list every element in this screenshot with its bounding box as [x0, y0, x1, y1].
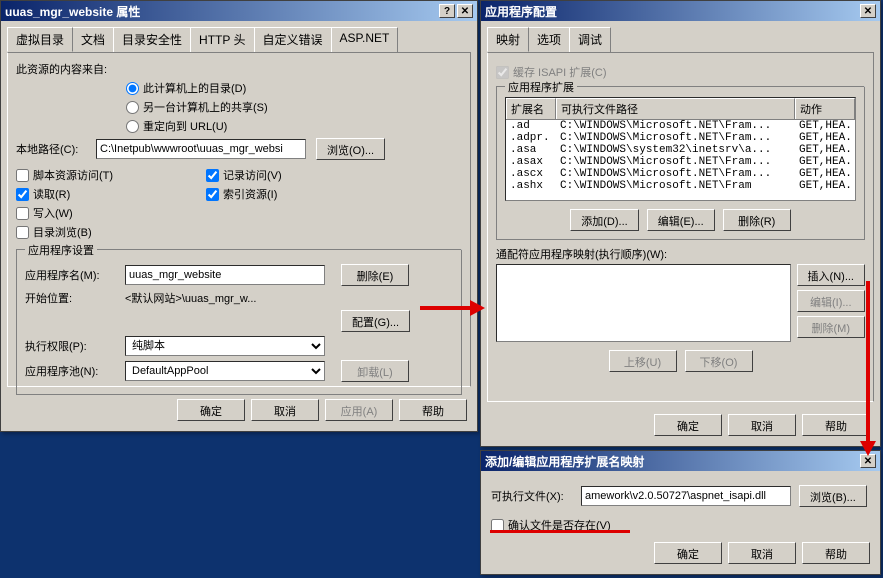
edit-button[interactable]: 编辑(E)... [647, 209, 715, 231]
ext-listview[interactable]: 扩展名 可执行文件路径 动作 .adC:\WINDOWS\Microsoft.N… [505, 97, 856, 201]
radio-share[interactable] [126, 101, 139, 114]
chk-log[interactable] [206, 169, 219, 182]
help-icon[interactable]: ? [439, 4, 455, 18]
help-button[interactable]: 帮助 [802, 542, 870, 564]
col-path[interactable]: 可执行文件路径 [556, 98, 795, 119]
movedown-button: 下移(O) [685, 350, 753, 372]
exec-label: 执行权限(P): [25, 338, 125, 354]
title-text: 添加/编辑应用程序扩展名映射 [485, 453, 858, 470]
table-row[interactable]: .ascxC:\WINDOWS\Microsoft.NET\Fram...GET… [506, 168, 855, 180]
app-config-dialog: 应用程序配置 ✕ 映射 选项 调试 缓存 ISAPI 扩展(C) 应用程序扩展 … [480, 0, 881, 447]
tab-options[interactable]: 选项 [528, 27, 570, 52]
cancel-button[interactable]: 取消 [251, 399, 319, 421]
tab-mapping[interactable]: 映射 [487, 27, 529, 52]
tab-aspnet[interactable]: ASP.NET [331, 27, 399, 52]
moveup-button: 上移(U) [609, 350, 677, 372]
apply-button: 应用(A) [325, 399, 393, 421]
delete2-button: 删除(M) [797, 316, 865, 338]
appset-legend: 应用程序设置 [25, 242, 97, 258]
unload-button: 卸载(L) [341, 360, 409, 382]
tab-debug[interactable]: 调试 [569, 27, 611, 52]
apppool-select[interactable]: DefaultAppPool [125, 361, 325, 381]
appname-label: 应用程序名(M): [25, 267, 125, 283]
close-icon[interactable]: ✕ [860, 454, 876, 468]
table-row[interactable]: .adpr.C:\WINDOWS\Microsoft.NET\Fram...GE… [506, 132, 855, 144]
localpath-label: 本地路径(C): [16, 141, 96, 157]
tab-virtualdir[interactable]: 虚拟目录 [7, 27, 73, 52]
col-ext[interactable]: 扩展名 [506, 98, 556, 119]
col-action[interactable]: 动作 [795, 98, 855, 119]
remove-button[interactable]: 删除(E) [341, 264, 409, 286]
properties-dialog: uuas_mgr_website 属性 ? ✕ 虚拟目录 文档 目录安全性 HT… [0, 0, 478, 432]
content-source-label: 此资源的内容来自: [16, 61, 462, 77]
chk-index[interactable] [206, 188, 219, 201]
ext-map-dialog: 添加/编辑应用程序扩展名映射 ✕ 可执行文件(X): 浏览(B)... 确认文件… [480, 450, 881, 575]
startloc-value: <默认网站>\uuas_mgr_w... [125, 290, 325, 306]
tab-documents[interactable]: 文档 [72, 27, 114, 52]
wildcard-label: 通配符应用程序映射(执行顺序)(W): [496, 246, 865, 262]
exec-input[interactable] [581, 486, 791, 506]
radio-url[interactable] [126, 120, 139, 133]
add-button[interactable]: 添加(D)... [570, 209, 638, 231]
radio-localdir[interactable] [126, 82, 139, 95]
tabs: 映射 选项 调试 [487, 27, 874, 52]
close-icon[interactable]: ✕ [860, 4, 876, 18]
chk-script[interactable] [16, 169, 29, 182]
browse-button[interactable]: 浏览(O)... [316, 138, 385, 160]
table-row[interactable]: .ashxC:\WINDOWS\Microsoft.NET\FramGET,HE… [506, 180, 855, 192]
exec-select[interactable]: 纯脚本 [125, 336, 325, 356]
title-text: 应用程序配置 [485, 3, 858, 20]
edit2-button: 编辑(I)... [797, 290, 865, 312]
tab-httpheaders[interactable]: HTTP 头 [190, 27, 254, 52]
appname-input[interactable] [125, 265, 325, 285]
help-button[interactable]: 帮助 [802, 414, 870, 436]
chk-dirbrowse[interactable] [16, 226, 29, 239]
tab-customerrors[interactable]: 自定义错误 [254, 27, 332, 52]
wildcard-list[interactable] [496, 264, 791, 342]
browse-button[interactable]: 浏览(B)... [799, 485, 867, 507]
ext-legend: 应用程序扩展 [505, 79, 577, 95]
close-icon[interactable]: ✕ [457, 4, 473, 18]
titlebar: 应用程序配置 ✕ [481, 1, 880, 21]
chk-read[interactable] [16, 188, 29, 201]
help-button[interactable]: 帮助 [399, 399, 467, 421]
title-text: uuas_mgr_website 属性 [5, 3, 437, 20]
delete-button[interactable]: 删除(R) [723, 209, 791, 231]
exec-label: 可执行文件(X): [491, 488, 581, 504]
table-row[interactable]: .adC:\WINDOWS\Microsoft.NET\Fram...GET,H… [506, 120, 855, 132]
localpath-input[interactable] [96, 139, 306, 159]
apppool-label: 应用程序池(N): [25, 363, 125, 379]
tab-dirsecurity[interactable]: 目录安全性 [113, 27, 191, 52]
table-row[interactable]: .asaxC:\WINDOWS\Microsoft.NET\Fram...GET… [506, 156, 855, 168]
dialog-buttons: 确定 取消 应用(A) 帮助 [1, 393, 477, 431]
chk-verify[interactable] [491, 519, 504, 532]
tab-panel: 缓存 ISAPI 扩展(C) 应用程序扩展 扩展名 可执行文件路径 动作 .ad… [487, 52, 874, 402]
chk-write[interactable] [16, 207, 29, 220]
ok-button[interactable]: 确定 [654, 414, 722, 436]
titlebar: uuas_mgr_website 属性 ? ✕ [1, 1, 477, 21]
titlebar: 添加/编辑应用程序扩展名映射 ✕ [481, 451, 880, 471]
tabs: 虚拟目录 文档 目录安全性 HTTP 头 自定义错误 ASP.NET [7, 27, 471, 52]
table-row[interactable]: .asaC:\WINDOWS\system32\inetsrv\a...GET,… [506, 144, 855, 156]
tab-panel: 此资源的内容来自: 此计算机上的目录(D) 另一台计算机上的共享(S) 重定向到… [7, 52, 471, 387]
ok-button[interactable]: 确定 [654, 542, 722, 564]
cancel-button[interactable]: 取消 [728, 542, 796, 564]
chk-cache [496, 66, 509, 79]
startloc-label: 开始位置: [25, 290, 125, 306]
cancel-button[interactable]: 取消 [728, 414, 796, 436]
config-button[interactable]: 配置(G)... [341, 310, 410, 332]
insert-button[interactable]: 插入(N)... [797, 264, 865, 286]
ok-button[interactable]: 确定 [177, 399, 245, 421]
